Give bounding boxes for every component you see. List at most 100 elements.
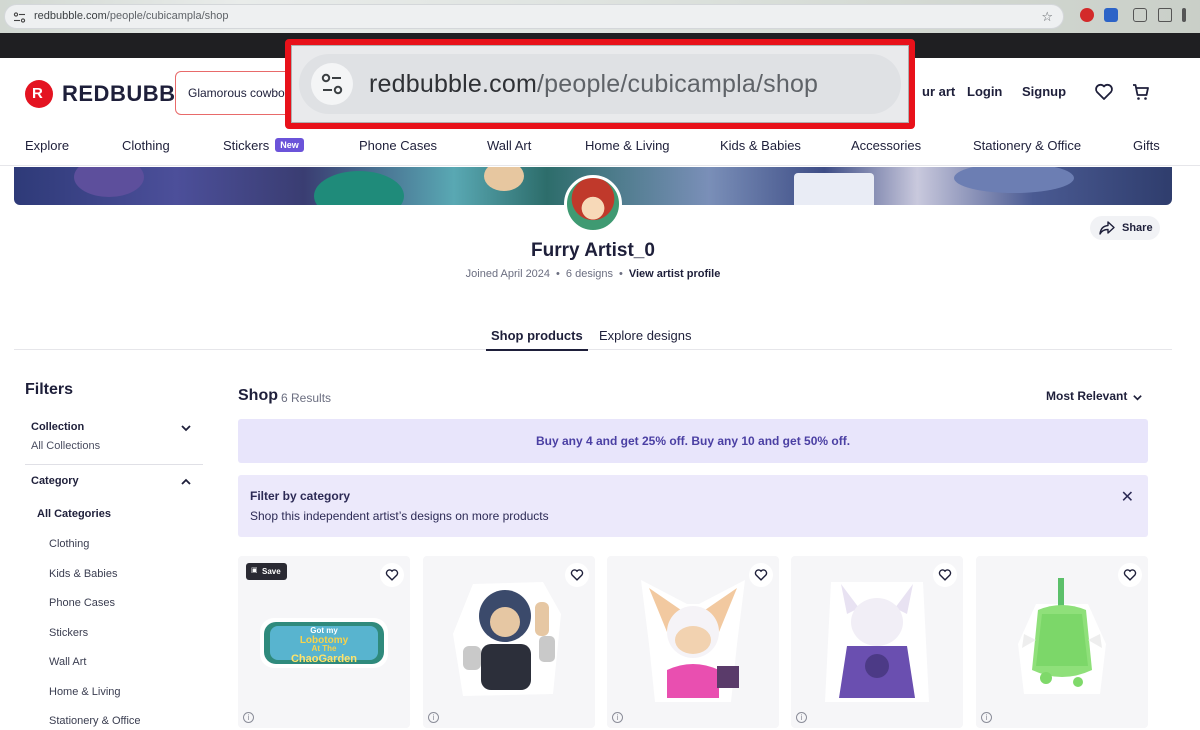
banner-shape (954, 167, 1074, 193)
extensions-puzzle-icon[interactable] (1133, 8, 1147, 22)
sticker-text-line: Got my (310, 626, 338, 635)
product-card[interactable]: i (976, 556, 1148, 728)
opera-extension-icon[interactable] (1080, 8, 1094, 22)
favorite-button[interactable] (1118, 563, 1142, 587)
callout-address-pill: redbubble.com/people/cubicampla/shop (299, 54, 901, 114)
search-input[interactable]: Glamorous cowboy (175, 71, 295, 115)
product-image-slime-drink-sticker (1018, 578, 1106, 694)
share-label: Share (1122, 222, 1153, 234)
nav-stickers[interactable]: Stickers New (223, 138, 304, 153)
nav-phone-cases[interactable]: Phone Cases (359, 138, 437, 153)
banner-shape (794, 173, 874, 205)
heart-icon (570, 569, 584, 581)
bookmark-star-icon[interactable]: ☆ (1041, 9, 1053, 25)
banner-shape (74, 167, 144, 197)
sticker-text-line: At The (312, 644, 337, 653)
banner-shape (484, 167, 524, 191)
callout-url-host: redbubble.com (369, 70, 537, 98)
product-card[interactable]: i (791, 556, 963, 728)
close-icon[interactable]: ✕ (1121, 487, 1134, 507)
heart-icon (754, 569, 768, 581)
chevron-up-icon[interactable] (180, 476, 192, 488)
wishlist-heart-icon[interactable] (1094, 82, 1114, 102)
product-card[interactable]: i (423, 556, 595, 728)
chevron-down-icon[interactable] (180, 422, 192, 434)
info-icon[interactable]: i (428, 712, 439, 723)
info-icon[interactable]: i (981, 712, 992, 723)
nav-home-living[interactable]: Home & Living (585, 138, 670, 153)
sticker-text-line: ChaoGarden (291, 653, 357, 665)
favorite-button[interactable] (565, 563, 589, 587)
heart-icon (385, 569, 399, 581)
sort-value: Most Relevant (1046, 389, 1128, 403)
heart-icon (1123, 569, 1137, 581)
filter-by-category-notice: Filter by category Shop this independent… (238, 475, 1148, 537)
callout-url: redbubble.com/people/cubicampla/shop (369, 70, 818, 99)
category-clothing[interactable]: Clothing (49, 538, 89, 550)
view-artist-profile-link[interactable]: View artist profile (629, 268, 721, 280)
pencil-extension-icon[interactable] (1158, 8, 1172, 22)
shop-tabs: Shop products Explore designs (14, 320, 1172, 351)
address-bar[interactable]: redbubble.com/people/cubicampla/shop ☆ (4, 4, 1064, 29)
nav-stickers-label: Stickers (223, 138, 270, 153)
category-wall-art[interactable]: Wall Art (49, 656, 87, 668)
product-image-character-sticker (453, 582, 561, 696)
signup-link[interactable]: Signup (1022, 84, 1066, 99)
category-home-living[interactable]: Home & Living (49, 686, 121, 698)
tab-shop-products[interactable]: Shop products (486, 328, 588, 351)
new-badge: New (275, 138, 304, 152)
product-image-goat-character-sticker (825, 582, 929, 702)
category-stickers[interactable]: Stickers (49, 627, 88, 639)
browser-toolbar: redbubble.com/people/cubicampla/shop ☆ (0, 0, 1200, 33)
cart-icon[interactable] (1131, 82, 1151, 102)
meta-separator: • (619, 268, 623, 280)
designs-count: 6 designs (565, 268, 613, 280)
nav-explore[interactable]: Explore (25, 138, 69, 153)
nav-accessories[interactable]: Accessories (851, 138, 921, 153)
favorite-button[interactable] (749, 563, 773, 587)
nav-gifts[interactable]: Gifts (1133, 138, 1160, 153)
search-value: Glamorous cowboy (188, 86, 291, 100)
category-nav: Explore Clothing Stickers New Phone Cases… (0, 128, 1200, 166)
artist-meta: Joined April 2024 • 6 designs • View artist … (0, 268, 1186, 280)
nav-stationery-office[interactable]: Stationery & Office (973, 138, 1081, 153)
filter-divider (25, 464, 203, 465)
category-stationery-office[interactable]: Stationery & Office (49, 715, 141, 727)
product-image-bat-character-sticker (641, 580, 745, 702)
tab-explore-designs[interactable]: Explore designs (599, 328, 692, 343)
info-icon[interactable]: i (796, 712, 807, 723)
share-button[interactable]: Share (1090, 216, 1160, 240)
sort-dropdown[interactable]: Most Relevant (1046, 389, 1142, 403)
url-host: redbubble.com (34, 10, 107, 22)
info-icon[interactable]: i (612, 712, 623, 723)
nav-clothing[interactable]: Clothing (122, 138, 170, 153)
nav-wall-art[interactable]: Wall Art (487, 138, 531, 153)
menu-dots-icon[interactable] (1182, 8, 1186, 22)
category-filter-toggle[interactable]: Category (31, 475, 79, 487)
category-all[interactable]: All Categories (37, 508, 111, 520)
promo-banner: Buy any 4 and get 25% off. Buy any 10 an… (238, 419, 1148, 463)
artist-name: Furry Artist_0 (531, 240, 655, 261)
shop-title: Shop (238, 387, 278, 404)
banner-shape (314, 171, 404, 205)
collection-filter-toggle[interactable]: Collection (31, 421, 84, 433)
joined-date: Joined April 2024 (465, 268, 551, 280)
category-kids-babies[interactable]: Kids & Babies (49, 568, 117, 580)
word-extension-icon[interactable] (1104, 8, 1118, 22)
product-card[interactable]: Save Got my Lobotomy At The ChaoGarden i (238, 556, 410, 728)
filter-by-category-subtitle: Shop this independent artist’s designs o… (250, 509, 549, 523)
sell-your-art-link[interactable]: ur art (922, 84, 955, 99)
favorite-button[interactable] (933, 563, 957, 587)
site-info-icon[interactable] (13, 11, 26, 24)
nav-kids-babies[interactable]: Kids & Babies (720, 138, 801, 153)
artist-avatar[interactable] (564, 175, 622, 233)
login-link[interactable]: Login (967, 84, 1002, 99)
favorite-button[interactable] (380, 563, 404, 587)
product-image-chao-garden-sticker: Got my Lobotomy At The ChaoGarden (260, 618, 388, 668)
category-phone-cases[interactable]: Phone Cases (49, 597, 115, 609)
callout-tune-icon (321, 73, 343, 95)
product-card[interactable]: i (607, 556, 779, 728)
url-zoom-callout: redbubble.com/people/cubicampla/shop (285, 39, 915, 129)
info-icon[interactable]: i (243, 712, 254, 723)
results-count: 6 Results (281, 391, 332, 405)
